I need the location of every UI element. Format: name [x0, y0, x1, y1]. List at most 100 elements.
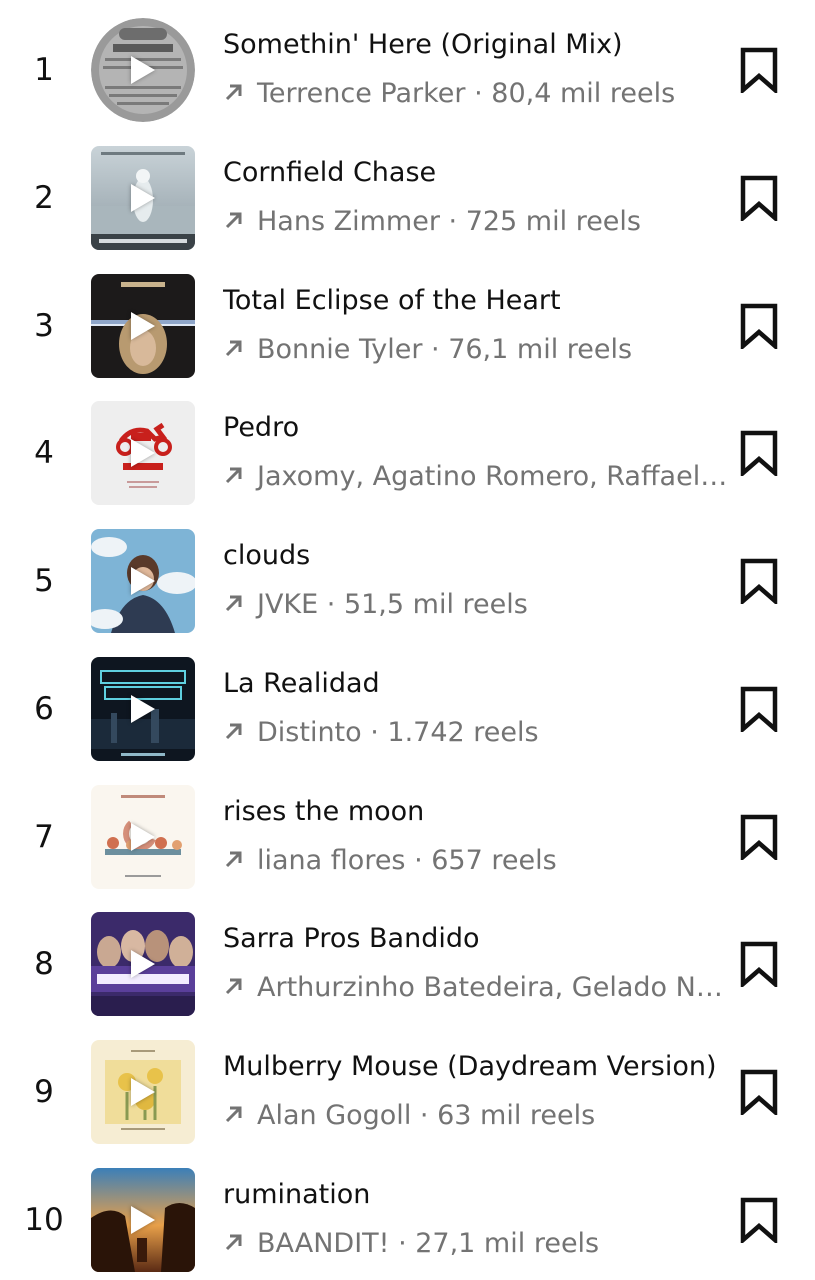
- meta-separator: ·: [465, 78, 492, 109]
- bookmark-icon[interactable]: [740, 175, 778, 221]
- track-title[interactable]: rises the moon: [223, 795, 723, 829]
- artist-name: Bonnie Tyler: [257, 334, 423, 365]
- album-cover[interactable]: [91, 529, 195, 633]
- bookmark-icon[interactable]: [740, 303, 778, 349]
- arrow-up-right-icon: [225, 340, 242, 357]
- artist-name: BAANDIT!: [257, 1228, 390, 1259]
- rank-number: 6: [34, 691, 54, 727]
- artist-name: Jaxomy, Agatino Romero, Raffaella Carrà: [257, 461, 728, 492]
- artist-name: Alan Gogoll: [257, 1100, 412, 1131]
- track-meta[interactable]: Terrence Parker · 80,4 mil reels: [223, 77, 728, 111]
- track-title[interactable]: clouds: [223, 539, 723, 573]
- artist-name: Hans Zimmer: [257, 206, 440, 237]
- meta-separator: ·: [405, 845, 432, 876]
- bookmark-icon[interactable]: [740, 686, 778, 732]
- album-cover[interactable]: [91, 146, 195, 250]
- track-meta[interactable]: Jaxomy, Agatino Romero, Raffaella Carrà: [223, 460, 728, 494]
- album-cover[interactable]: [91, 1040, 195, 1144]
- arrow-up-right-icon: [225, 1234, 242, 1251]
- bookmark-icon[interactable]: [740, 430, 778, 476]
- rank-number: 4: [34, 435, 54, 471]
- rank-number: 9: [34, 1074, 54, 1110]
- list-item[interactable]: 9 Mulberry Mouse (Daydream Version) Alan…: [0, 1038, 815, 1148]
- rank-number: 10: [24, 1202, 64, 1238]
- play-icon[interactable]: [131, 695, 155, 723]
- track-meta[interactable]: liana flores · 657 reels: [223, 844, 728, 878]
- bookmark-icon[interactable]: [740, 814, 778, 860]
- arrow-up-right-icon: [225, 978, 242, 995]
- track-title[interactable]: Total Eclipse of the Heart: [223, 284, 723, 318]
- album-cover[interactable]: [91, 274, 195, 378]
- artist-name: JVKE: [257, 589, 319, 620]
- track-meta[interactable]: BAANDIT! · 27,1 mil reels: [223, 1227, 728, 1261]
- track-title[interactable]: Cornfield Chase: [223, 156, 723, 190]
- list-item[interactable]: 2 Cornfield Chase Hans Zimmer · 725 mil …: [0, 144, 815, 254]
- bookmark-icon[interactable]: [740, 941, 778, 987]
- track-title[interactable]: Pedro: [223, 411, 723, 445]
- track-meta[interactable]: Distinto · 1.742 reels: [223, 716, 728, 750]
- bookmark-icon[interactable]: [740, 1069, 778, 1115]
- rank-number: 1: [34, 52, 54, 88]
- artist-name: Arthurzinho Batedeira, Gelado No Talento: [257, 972, 728, 1003]
- play-icon[interactable]: [131, 567, 155, 595]
- meta-separator: ·: [318, 589, 344, 620]
- arrow-up-right-icon: [225, 467, 242, 484]
- list-item[interactable]: 7 rises the moon liana flores · 657 reel…: [0, 783, 815, 893]
- track-meta[interactable]: Hans Zimmer · 725 mil reels: [223, 205, 728, 239]
- list-item[interactable]: 5 clouds JVKE · 51,5 mil reels: [0, 527, 815, 637]
- reels-count: 657 reels: [431, 845, 557, 876]
- meta-separator: ·: [361, 717, 388, 748]
- list-item[interactable]: 3 Total Eclipse of the Heart Bonnie Tyle…: [0, 272, 815, 382]
- album-cover[interactable]: [91, 912, 195, 1016]
- rank-number: 2: [34, 180, 54, 216]
- bookmark-icon[interactable]: [740, 558, 778, 604]
- album-cover[interactable]: [91, 18, 195, 122]
- play-icon[interactable]: [131, 1078, 155, 1106]
- arrow-up-right-icon: [225, 595, 242, 612]
- list-item[interactable]: 10 rumination BAANDIT! · 27,1 mil reels: [0, 1166, 815, 1276]
- meta-separator: ·: [439, 206, 466, 237]
- meta-separator: ·: [389, 1228, 416, 1259]
- bookmark-icon[interactable]: [740, 1197, 778, 1243]
- trending-audio-list: 1 Somethin' Here (Original Mix) Terrence…: [0, 0, 815, 1280]
- play-icon[interactable]: [131, 184, 155, 212]
- reels-count: 51,5 mil reels: [343, 589, 528, 620]
- arrow-up-right-icon: [225, 1106, 242, 1123]
- reels-count: 27,1 mil reels: [415, 1228, 600, 1259]
- album-cover[interactable]: [91, 401, 195, 505]
- track-title[interactable]: rumination: [223, 1178, 723, 1212]
- track-title[interactable]: Somethin' Here (Original Mix): [223, 28, 723, 62]
- album-cover[interactable]: [91, 785, 195, 889]
- reels-count: 63 mil reels: [437, 1100, 596, 1131]
- rank-number: 8: [34, 946, 54, 982]
- reels-count: 1.742 reels: [387, 717, 539, 748]
- list-item[interactable]: 4 Pedro Jaxomy, Agatino Romero, Raffaell…: [0, 399, 815, 509]
- arrow-up-right-icon: [225, 212, 242, 229]
- bookmark-icon[interactable]: [740, 47, 778, 93]
- artist-name: Distinto: [257, 717, 362, 748]
- play-icon[interactable]: [131, 1206, 155, 1234]
- track-meta[interactable]: Arthurzinho Batedeira, Gelado No Talento: [223, 971, 728, 1005]
- album-cover[interactable]: [91, 657, 195, 761]
- rank-number: 7: [34, 819, 54, 855]
- track-title[interactable]: La Realidad: [223, 667, 723, 701]
- track-title[interactable]: Sarra Pros Bandido: [223, 922, 723, 956]
- reels-count: 725 mil reels: [465, 206, 641, 237]
- play-icon[interactable]: [131, 312, 155, 340]
- album-cover[interactable]: [91, 1168, 195, 1272]
- play-icon[interactable]: [131, 823, 155, 851]
- track-meta[interactable]: Bonnie Tyler · 76,1 mil reels: [223, 333, 728, 367]
- list-item[interactable]: 6 La Realidad Distinto · 1.742 reels: [0, 655, 815, 765]
- reels-count: 80,4 mil reels: [491, 78, 676, 109]
- rank-number: 5: [34, 563, 54, 599]
- list-item[interactable]: 8 Sarra Pros Bandido Arthurzinho Batedei…: [0, 910, 815, 1020]
- list-item[interactable]: 1 Somethin' Here (Original Mix) Terrence…: [0, 16, 815, 126]
- arrow-up-right-icon: [225, 84, 242, 101]
- rank-number: 3: [34, 308, 54, 344]
- track-title[interactable]: Mulberry Mouse (Daydream Version): [223, 1050, 723, 1084]
- play-icon[interactable]: [131, 950, 155, 978]
- play-icon[interactable]: [131, 56, 155, 84]
- track-meta[interactable]: JVKE · 51,5 mil reels: [223, 588, 728, 622]
- play-icon[interactable]: [131, 439, 155, 467]
- track-meta[interactable]: Alan Gogoll · 63 mil reels: [223, 1099, 728, 1133]
